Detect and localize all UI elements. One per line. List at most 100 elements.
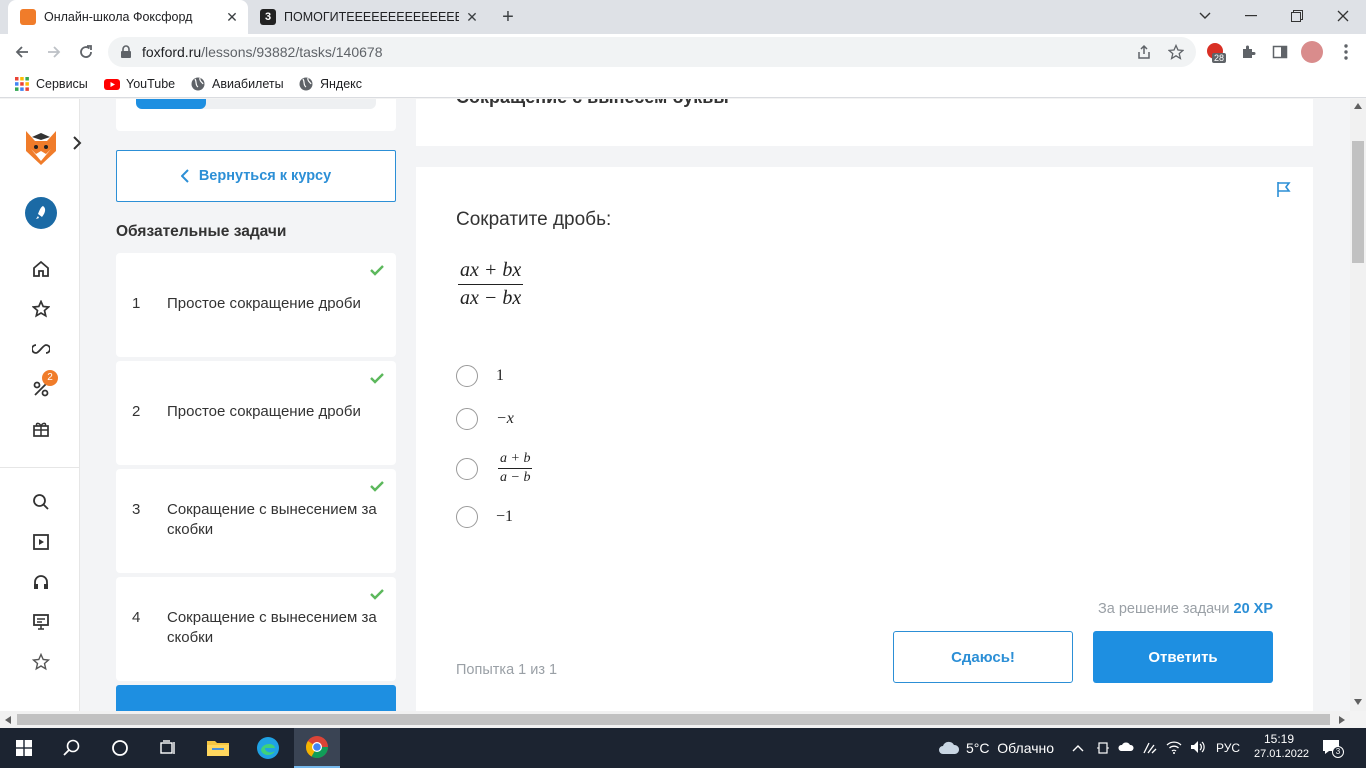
weather-widget[interactable]: 5°C Облачно — [938, 740, 1054, 756]
bookmark-label: Авиабилеты — [212, 77, 284, 91]
vertical-scroll-thumb[interactable] — [1352, 141, 1364, 263]
extension-adblock-button[interactable]: 28 — [1206, 42, 1227, 63]
star-outline-icon — [32, 653, 50, 671]
nav-gifts[interactable] — [28, 416, 54, 442]
option-fraction: a + b a − b — [498, 451, 533, 486]
bookmark-label: Сервисы — [36, 77, 88, 91]
notifications-button[interactable]: 3 — [1322, 739, 1344, 758]
cloud-icon — [939, 741, 960, 754]
horizontal-scroll-thumb[interactable] — [17, 714, 1330, 725]
side-panel-icon[interactable] — [1272, 44, 1288, 60]
back-button[interactable] — [8, 38, 36, 66]
reward-text: За решение задачи 20 XP — [1098, 601, 1273, 617]
restore-button[interactable] — [1274, 0, 1320, 32]
url-text: foxford.ru/lessons/93882/tasks/140678 — [142, 44, 383, 60]
nav-rating[interactable] — [28, 649, 54, 675]
task-card-2[interactable]: 2 Простое сокращение дроби — [116, 361, 396, 465]
back-label: Вернуться к курсу — [198, 168, 332, 184]
task-card-active[interactable] — [116, 685, 396, 711]
bookmark-youtube[interactable]: YouTube — [104, 76, 175, 92]
language-indicator[interactable]: РУС — [1216, 741, 1240, 755]
close-window-button[interactable] — [1320, 0, 1366, 32]
expand-chevron-icon[interactable] — [72, 135, 82, 151]
nav-video[interactable] — [28, 529, 54, 555]
answer-option-4[interactable]: −1 — [456, 506, 513, 528]
flag-icon[interactable] — [1276, 181, 1292, 198]
nav-programs[interactable] — [28, 336, 54, 362]
tab-foxford[interactable]: Онлайн-школа Фоксфорд ✕ — [8, 0, 248, 34]
horizontal-scrollbar[interactable] — [0, 711, 1350, 728]
scroll-down-arrow-icon[interactable] — [1354, 699, 1362, 705]
file-explorer-button[interactable] — [202, 732, 234, 764]
volume-icon[interactable] — [1190, 740, 1206, 754]
nav-search[interactable] — [28, 489, 54, 515]
answer-button[interactable]: Ответить — [1093, 631, 1273, 683]
kebab-menu-icon[interactable] — [1344, 44, 1348, 60]
vertical-scrollbar[interactable] — [1350, 99, 1366, 711]
fraction-denominator: a − b — [500, 470, 531, 486]
task-number: 2 — [132, 403, 141, 420]
tab-znanija[interactable]: 3 ПОМОГИТЕЕЕЕЕЕЕЕЕЕЕЕЕЕЕЕЕЕЕЕЕЕ ✕ — [248, 0, 488, 34]
fraction-denominator: ax − bx — [460, 287, 522, 310]
radio-button[interactable] — [456, 506, 478, 528]
checkmark-icon — [370, 589, 384, 600]
apps-grid-icon — [15, 77, 29, 91]
folder-icon — [207, 741, 229, 756]
task-view-button[interactable] — [152, 732, 184, 764]
device-icon[interactable] — [1096, 741, 1110, 755]
task-card-4[interactable]: 4 Сокращение с вынесением за скобки — [116, 577, 396, 681]
nav-support[interactable] — [28, 569, 54, 595]
tab-title: Онлайн-школа Фоксфорд — [44, 10, 193, 24]
option-text: −x — [496, 410, 514, 427]
extension-badge: 28 — [1212, 53, 1227, 63]
close-tab-icon[interactable]: ✕ — [464, 9, 480, 25]
search-icon — [63, 739, 80, 756]
task-card-1[interactable]: 1 Простое сокращение дроби — [116, 253, 396, 357]
onedrive-cloud-icon[interactable] — [1118, 742, 1134, 752]
scroll-right-arrow-icon[interactable] — [1339, 716, 1345, 724]
user-avatar[interactable] — [25, 197, 57, 229]
clock[interactable]: 15:19 27.01.2022 — [1254, 732, 1309, 762]
puzzle-icon[interactable] — [1240, 44, 1256, 60]
bookmarks-bar: Сервисы YouTube Авиабилеты Яндекс — [0, 70, 1366, 98]
answer-option-2[interactable]: −x — [456, 408, 514, 430]
radio-button[interactable] — [456, 408, 478, 430]
play-square-icon — [33, 534, 49, 550]
radio-button[interactable] — [456, 457, 478, 480]
chrome-button[interactable] — [294, 728, 340, 768]
bookmark-services[interactable]: Сервисы — [14, 76, 88, 92]
cortana-button[interactable] — [104, 732, 136, 764]
network-tool-icon[interactable] — [1142, 741, 1158, 755]
give-up-button[interactable]: Сдаюсь! — [893, 631, 1073, 683]
answer-option-1[interactable]: 1 — [456, 365, 504, 387]
address-bar[interactable]: foxford.ru/lessons/93882/tasks/140678 — [108, 37, 1196, 67]
start-button[interactable] — [8, 732, 40, 764]
edge-button[interactable] — [252, 732, 284, 764]
reload-button[interactable] — [72, 38, 100, 66]
profile-avatar[interactable] — [1301, 41, 1323, 63]
forward-button[interactable] — [40, 38, 68, 66]
nav-favorites[interactable] — [28, 296, 54, 322]
foxford-logo-icon[interactable] — [24, 127, 58, 167]
bookmark-aviabilety[interactable]: Авиабилеты — [190, 76, 284, 92]
task-card-3[interactable]: 3 Сокращение с вынесением за скобки — [116, 469, 396, 573]
nav-discounts[interactable]: 2 — [28, 370, 58, 402]
scroll-up-arrow-icon[interactable] — [1354, 103, 1362, 109]
minimize-button[interactable] — [1228, 0, 1274, 32]
section-title: Обязательные задачи — [116, 223, 287, 240]
nav-home[interactable] — [28, 256, 54, 282]
close-tab-icon[interactable]: ✕ — [224, 9, 240, 25]
radio-button[interactable] — [456, 365, 478, 387]
wifi-icon[interactable] — [1166, 740, 1182, 754]
share-icon[interactable] — [1136, 44, 1152, 60]
nav-presentation[interactable] — [28, 609, 54, 635]
tab-search-button[interactable] — [1182, 0, 1228, 32]
back-to-course-button[interactable]: Вернуться к курсу — [116, 150, 396, 202]
bookmark-star-icon[interactable] — [1168, 44, 1184, 60]
scroll-left-arrow-icon[interactable] — [5, 716, 11, 724]
answer-option-3[interactable]: a + b a − b — [456, 451, 533, 486]
taskbar-search-button[interactable] — [56, 732, 88, 764]
chevron-up-icon[interactable] — [1072, 744, 1084, 752]
new-tab-button[interactable]: + — [498, 7, 518, 27]
bookmark-yandex[interactable]: Яндекс — [298, 76, 362, 92]
